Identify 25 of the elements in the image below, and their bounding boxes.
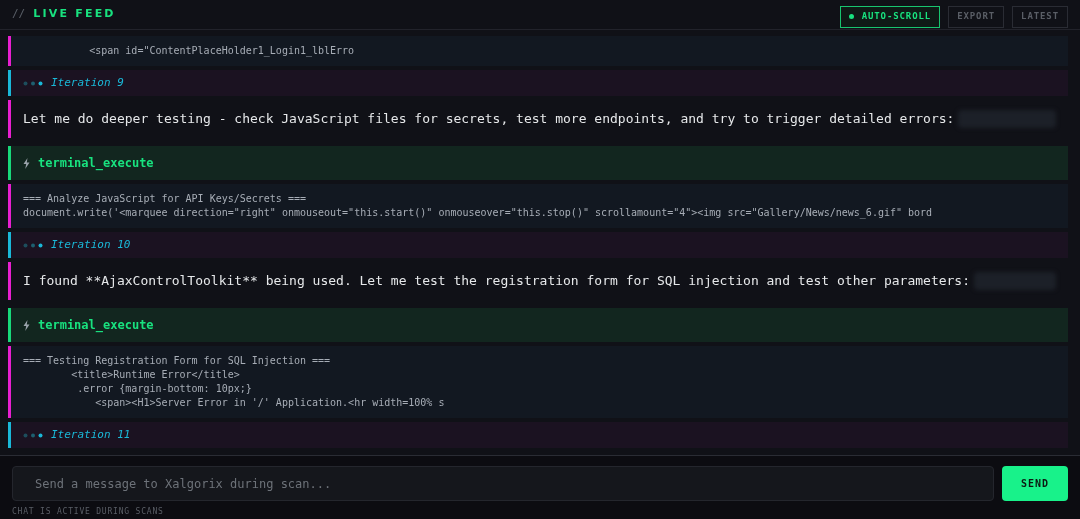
send-button[interactable]: SEND — [1002, 466, 1068, 501]
output-line: <title>Runtime Error</title> — [70, 368, 241, 382]
iteration-label: Iteration 10 — [51, 236, 131, 253]
dots-icon — [23, 80, 43, 86]
tool-name: terminal_execute — [38, 155, 154, 172]
dots-icon — [23, 242, 43, 248]
output-line: <span><H1>Server Error in '/' Application.<hr width=100% s — [94, 396, 446, 410]
chat-note: CHAT IS ACTIVE DURING SCANS — [12, 506, 165, 518]
title-prefix: // — [12, 6, 26, 23]
output-line: document.write('<marquee direction="right" onmouseout="this.start()" onmouseover="this.stop()" scrollamount="4"><img src="Gallery/News/news_6.gif" bord — [23, 206, 934, 220]
lightning-icon — [23, 157, 30, 169]
output-line: <span id="ContentPlaceHolder1_Login1_lblErro — [88, 44, 356, 58]
iteration-label: Iteration 9 — [51, 74, 124, 91]
output-line: === Analyze JavaScript for API Keys/Secrets === — [23, 192, 307, 206]
dots-icon — [23, 432, 43, 438]
message-text: I found **AjaxControlToolkit** being used. Let me test the registration form for SQL injection and test other parameters: — [23, 272, 971, 291]
message-input[interactable]: Send a message to Xalgorix during scan... — [12, 466, 994, 501]
tool-name: terminal_execute — [38, 317, 154, 334]
auto-scroll-button[interactable]: AUTO-SCROLL — [839, 5, 941, 28]
message-text: Let me do deeper testing - check JavaScript files for secrets, test more endpoints, and try to trigger detailed errors: — [23, 110, 955, 129]
panel-title: LIVE FEED — [33, 6, 116, 23]
output-line: === Testing Registration Form for SQL Injection === — [23, 354, 332, 368]
lightning-icon — [23, 319, 30, 331]
iteration-label: Iteration 11 — [51, 426, 131, 443]
output-line: .error {margin-bottom: 10px;} — [76, 382, 253, 396]
